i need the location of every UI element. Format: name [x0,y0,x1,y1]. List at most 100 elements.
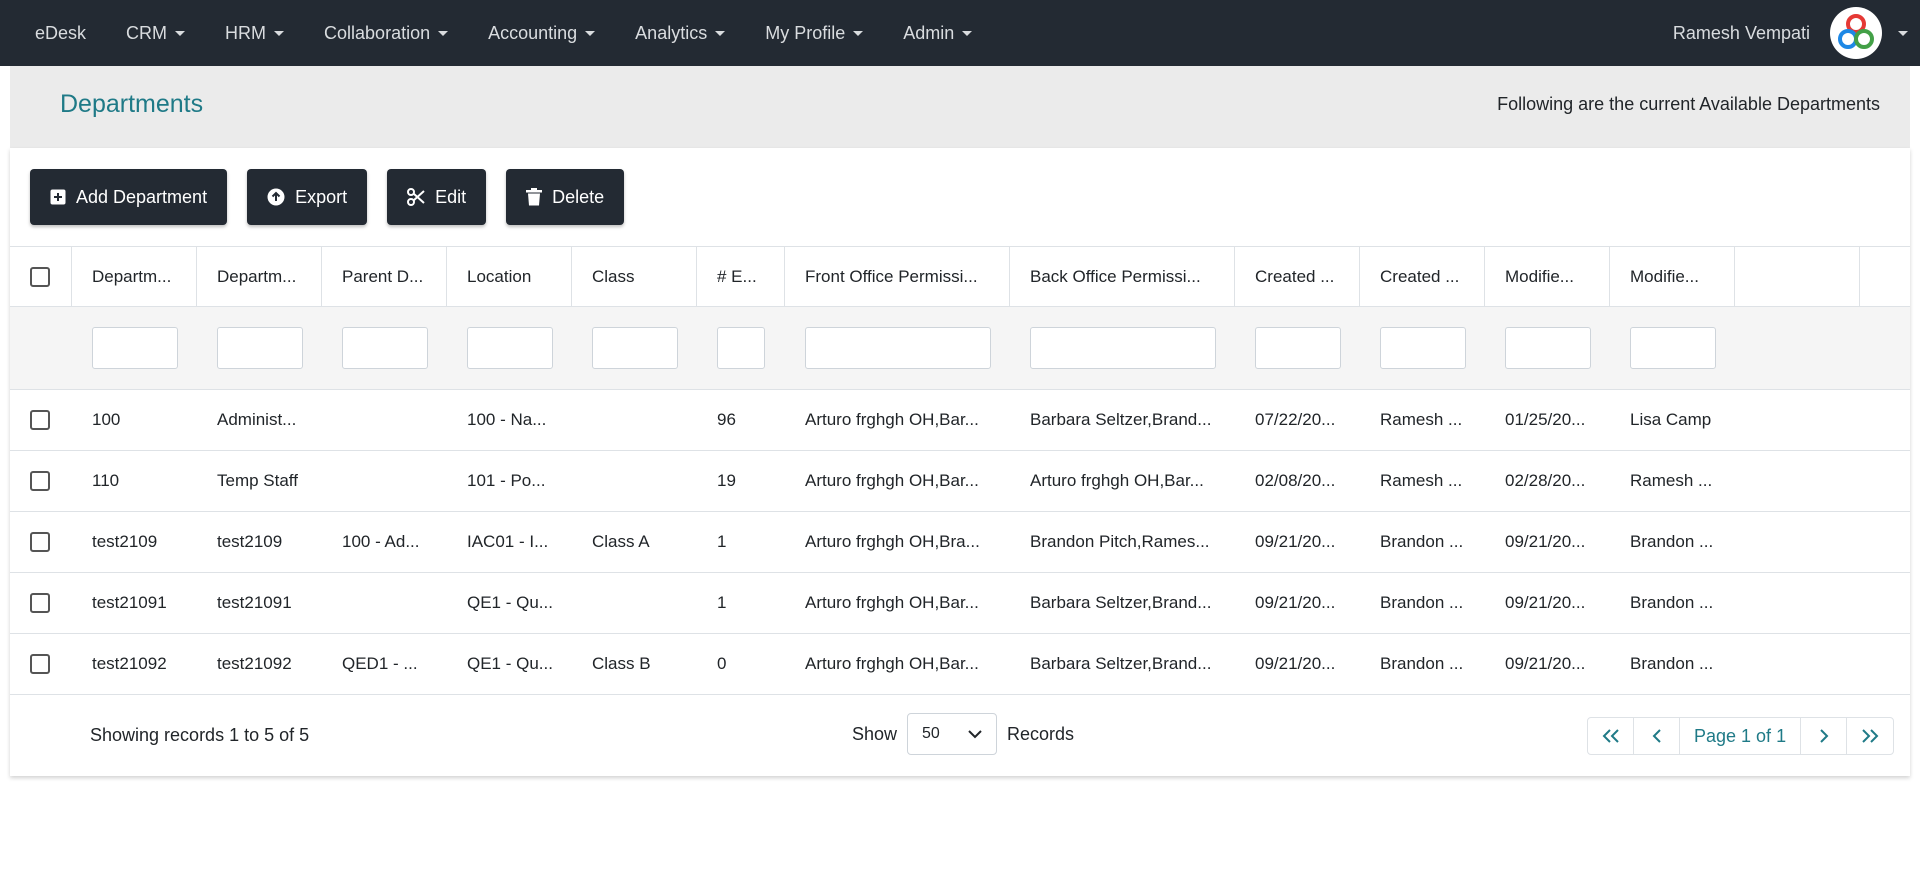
filter-cell [697,307,785,389]
chevron-down-icon [715,30,726,36]
table-row[interactable]: 100 Administ... 100 - Na... 96 Arturo frghgh… [10,390,1910,451]
row-select-cell [10,451,72,511]
table-cell [1735,512,1860,572]
next-page-button[interactable] [1801,718,1848,754]
row-select-cell [10,573,72,633]
nav-item-collaboration[interactable]: Collaboration [304,0,468,66]
column-header[interactable]: Departm... [72,247,197,306]
table-cell: Arturo frghgh OH,Bar... [805,471,979,490]
column-header[interactable]: Modifie... [1610,247,1735,306]
row-checkbox[interactable] [30,410,50,430]
chevron-down-icon [175,30,186,36]
column-header[interactable]: Class [572,247,697,306]
table-cell: Brandon ... [1630,654,1714,673]
column-filter-input[interactable] [1505,327,1591,369]
user-name[interactable]: Ramesh Vempati [1673,23,1810,44]
table-cell: Ramesh ... [1380,410,1463,429]
column-header[interactable]: Departm... [197,247,322,306]
chevron-down-icon [585,30,596,36]
chevron-down-icon [968,729,982,738]
last-page-button[interactable] [1847,718,1893,754]
column-filter-input[interactable] [342,327,428,369]
column-filter-input[interactable] [467,327,553,369]
avatar[interactable] [1830,7,1882,59]
upload-circle-icon [267,188,285,206]
column-header[interactable] [1735,247,1860,306]
nav-item-edesk[interactable]: eDesk [0,0,106,66]
table-cell: Arturo frghgh OH,Bar... [1030,471,1204,490]
table-cell: test2109 [92,532,158,551]
table-cell: 110 [92,471,120,490]
table-cell: 09/21/20... [1505,593,1586,612]
records-info: Showing records 1 to 5 of 5 [90,725,310,745]
nav-item-crm[interactable]: CRM [106,0,205,66]
nav-item-hrm[interactable]: HRM [205,0,304,66]
table-row[interactable]: test21091 test21091 QE1 - Qu... 1 Arturo frg… [10,573,1910,634]
app-logo-icon [1838,14,1874,49]
column-filter-input[interactable] [1380,327,1466,369]
table-cell: Brandon ... [1630,532,1714,551]
column-filter-input[interactable] [1255,327,1341,369]
table-cell: Arturo frghgh OH,Bar... [805,654,979,673]
column-header[interactable]: # E... [697,247,785,306]
column-filter-input[interactable] [717,327,765,369]
page-header: Departments Following are the current Av… [10,66,1910,148]
nav-item-admin[interactable]: Admin [883,0,992,66]
table-row[interactable]: test2109 test2109 100 - Ad... IAC01 - I... C… [10,512,1910,573]
column-header[interactable]: Back Office Permissi... [1010,247,1235,306]
delete-button[interactable]: Delete [506,169,625,225]
table-cell: test21091 [92,593,167,612]
column-header[interactable]: Modifie... [1485,247,1610,306]
filter-cell [72,307,197,389]
column-filter-input[interactable] [92,327,178,369]
edit-button[interactable]: Edit [387,169,487,225]
column-filter-input[interactable] [592,327,678,369]
table-cell: Barbara Seltzer,Brand... [1030,593,1212,612]
column-header[interactable]: Created ... [1235,247,1360,306]
nav-item-accounting[interactable]: Accounting [468,0,615,66]
table-cell: Brandon ... [1380,532,1464,551]
table-cell: 1 [717,593,727,612]
filter-cell [1485,307,1610,389]
column-header[interactable]: Parent D... [322,247,447,306]
table-cell: 09/21/20... [1255,654,1336,673]
table-cell: QE1 - Qu... [467,593,553,612]
page-size-value: 50 [922,725,940,742]
table-cell: Ramesh ... [1380,471,1463,490]
filter-cell [1860,307,1920,389]
departments-card: Add Department Export Edit Delete Depart… [10,148,1910,776]
table-cell: 19 [717,471,736,490]
chevron-down-icon[interactable] [1898,30,1908,36]
nav-item-label: Collaboration [324,22,431,43]
row-checkbox[interactable] [30,654,50,674]
export-button[interactable]: Export [247,169,368,225]
filter-cell [1360,307,1485,389]
table-cell: 01/25/20... [1505,410,1586,429]
column-header[interactable] [1860,247,1920,306]
nav-item-label: eDesk [35,22,87,43]
column-header[interactable]: Location [447,247,572,306]
table-cell: Arturo frghgh OH,Bar... [805,410,979,429]
first-page-button[interactable] [1588,718,1634,754]
nav-item-analytics[interactable]: Analytics [615,0,745,66]
column-header[interactable]: Created ... [1360,247,1485,306]
table-cell: Arturo frghgh OH,Bar... [805,593,979,612]
table-cell [1860,634,1920,694]
row-checkbox[interactable] [30,532,50,552]
column-filter-input[interactable] [1030,327,1216,369]
nav-item-my-profile[interactable]: My Profile [745,0,883,66]
row-checkbox[interactable] [30,593,50,613]
column-filter-input[interactable] [1630,327,1716,369]
column-header[interactable]: Front Office Permissi... [785,247,1010,306]
page-size-select[interactable]: 50 [907,713,998,755]
previous-page-button[interactable] [1634,718,1680,754]
row-checkbox[interactable] [30,471,50,491]
column-filter-input[interactable] [805,327,991,369]
table-cell: Temp Staff [217,471,298,490]
column-filter-input[interactable] [217,327,303,369]
table-cell [322,451,447,511]
table-row[interactable]: 110 Temp Staff 101 - Po... 19 Arturo frghgh … [10,451,1910,512]
add-department-button[interactable]: Add Department [30,169,228,225]
select-all-checkbox[interactable] [30,266,50,287]
table-row[interactable]: test21092 test21092 QED1 - ... QE1 - Qu... C… [10,634,1910,695]
